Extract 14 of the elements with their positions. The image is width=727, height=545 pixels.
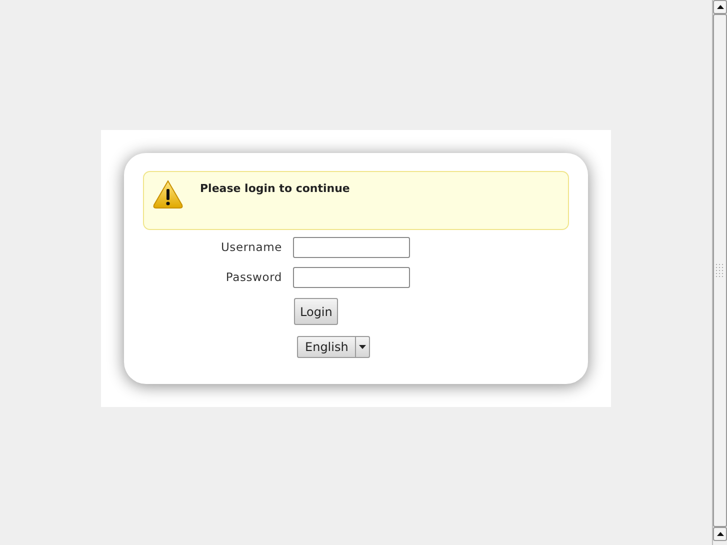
dropdown-arrow-icon [359,345,366,349]
input-field[interactable] [293,267,410,288]
input-field[interactable] [293,237,410,258]
language-value: English [304,339,350,356]
field-label: Password [224,268,282,286]
up-arrow-icon [716,5,724,9]
login-button[interactable]: Login [294,298,338,325]
field-label: Username [220,238,282,256]
warning-icon [152,180,184,210]
scroll-up-button[interactable] [713,0,727,14]
up-arrow-icon [716,532,724,536]
alert-message: Please login to continue [200,181,350,197]
scroll-up-button[interactable] [713,527,727,541]
language-select[interactable]: English [297,336,370,358]
